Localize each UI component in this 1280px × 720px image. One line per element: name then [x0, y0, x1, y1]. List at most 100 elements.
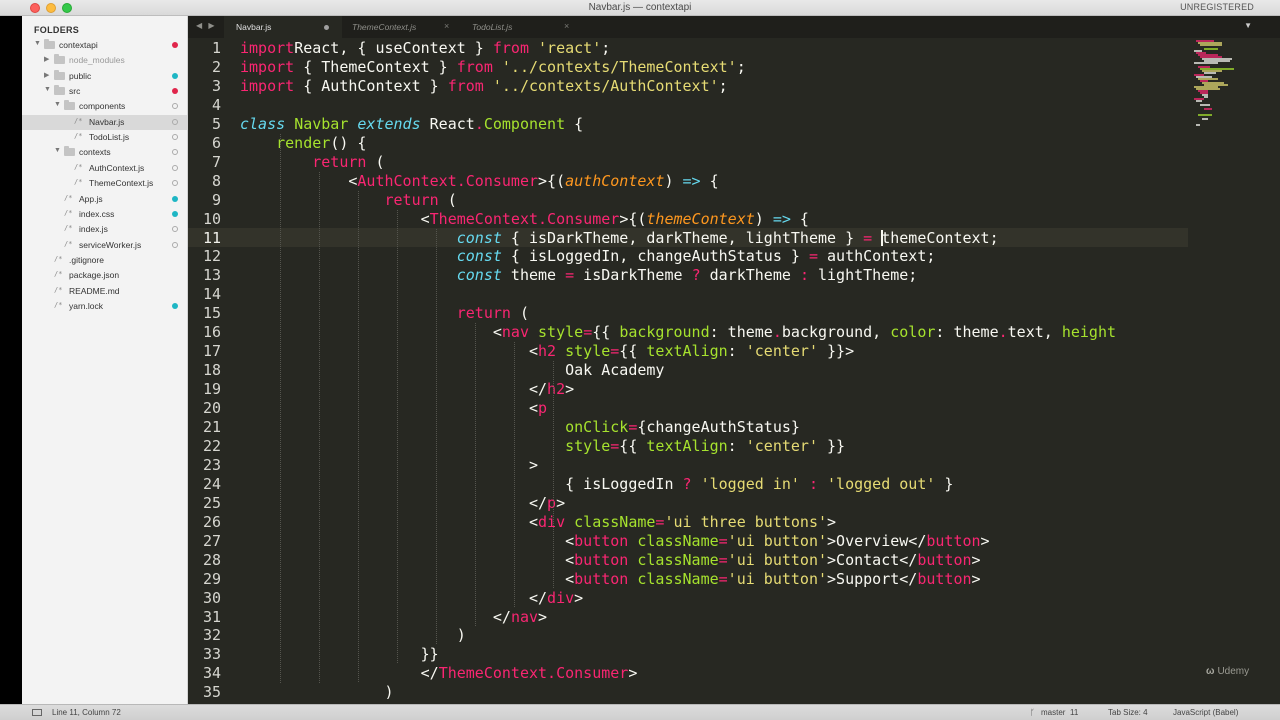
code-token: > [240, 455, 539, 474]
code-token: h2 [538, 342, 557, 361]
code-line[interactable]: <h2 style={{ textAlign: 'center' }}> [240, 342, 854, 361]
code-line[interactable]: class Navbar extends React.Component { [240, 115, 583, 134]
file-item[interactable]: /* serviceWorker.js [22, 238, 187, 253]
code-line[interactable]: return ( [240, 304, 529, 323]
tab-menu-chevron-icon[interactable]: ▼ [1244, 21, 1252, 30]
folder-item[interactable]: ▼ src [22, 84, 187, 99]
file-item[interactable]: /* TodoList.js [22, 130, 187, 145]
code-line[interactable]: <p [240, 399, 547, 418]
code-line[interactable]: return ( [240, 153, 384, 172]
code-token: = [863, 228, 873, 247]
code-token: color [890, 323, 936, 342]
minimap[interactable] [1188, 38, 1258, 138]
code-token: 'ui button' [727, 531, 828, 550]
code-line[interactable]: <nav style={{ background: theme.backgrou… [240, 323, 1116, 342]
code-line[interactable]: render() { [240, 134, 366, 153]
folder-item[interactable]: ▼ components [22, 99, 187, 114]
file-item[interactable]: /* Navbar.js [22, 114, 187, 130]
file-icon: /* [54, 254, 63, 263]
code-line[interactable]: onClick={changeAuthStatus} [240, 418, 800, 437]
line-number: 24 [202, 474, 221, 493]
folder-item[interactable]: ▶ public [22, 69, 187, 84]
folder-item[interactable]: ▶ node_modules [22, 53, 187, 68]
file-item[interactable]: /* ThemeContext.js [22, 176, 187, 191]
file-item[interactable]: /* package.json [22, 268, 187, 283]
tab-navigation-arrows[interactable]: ◀ ▶ [196, 21, 217, 30]
code-line[interactable]: return ( [240, 191, 457, 210]
tab-themecontext-js[interactable]: ThemeContext.js × [344, 16, 462, 38]
code-line[interactable]: Oak Academy [240, 361, 664, 380]
disclosure-arrow-icon[interactable]: ▼ [54, 101, 61, 108]
folder-item[interactable]: ▼ contexts [22, 145, 187, 160]
code-line[interactable]: </div> [240, 589, 583, 608]
disclosure-arrow-icon[interactable]: ▶ [44, 55, 49, 63]
file-icon: /* [64, 193, 73, 202]
tab-close-icon[interactable]: × [564, 21, 569, 31]
code-line[interactable]: style={{ textAlign: 'center' }} [240, 437, 845, 456]
tab-close-icon[interactable]: × [444, 21, 449, 31]
file-item[interactable]: /* .gitignore [22, 253, 187, 268]
code-line[interactable]: <ThemeContext.Consumer>{(themeContext) =… [240, 210, 809, 229]
line-number-gutter: 1 2 3 4 5 6 7 8 9 10 11 12 13 14 15 16 17 18 19 20 21 22 23 24 2… [188, 38, 228, 704]
code-line[interactable]: const theme = isDarkTheme ? darkTheme : … [240, 266, 918, 285]
unsaved-dot-icon[interactable] [324, 25, 329, 30]
code-line[interactable]: </ThemeContext.Consumer> [240, 664, 638, 683]
line-number: 19 [202, 380, 221, 399]
folder-item[interactable]: ▼ contextapi [22, 38, 187, 53]
code-line[interactable]: > [240, 456, 538, 475]
code-line[interactable]: const { isLoggedIn, changeAuthStatus } =… [240, 247, 936, 266]
code-line[interactable]: import { ThemeContext } from '../context… [240, 58, 746, 77]
file-item[interactable]: /* App.js [22, 192, 187, 207]
file-item[interactable]: /* README.md [22, 284, 187, 299]
file-icon: /* [64, 224, 73, 233]
code-token: { ThemeContext } [294, 57, 457, 76]
code-line[interactable]: <AuthContext.Consumer>{(authContext) => … [240, 171, 718, 191]
code-line[interactable]: import { AuthContext } from '../contexts… [240, 77, 728, 96]
code-line[interactable]: importReact, { useContext } from 'react'… [240, 39, 610, 58]
code-line[interactable]: const { isDarkTheme, darkTheme, lightThe… [240, 229, 999, 248]
file-item[interactable]: /* index.css [22, 207, 187, 222]
code-line[interactable]: </h2> [240, 380, 574, 399]
code-line[interactable]: <button className='ui button'>Contact</b… [240, 551, 980, 570]
disclosure-arrow-icon[interactable]: ▶ [44, 71, 49, 79]
disclosure-arrow-icon[interactable]: ▼ [54, 147, 61, 154]
minimap-line [1204, 48, 1218, 50]
code-line[interactable]: ) [240, 683, 393, 702]
git-branch[interactable]: master [1041, 708, 1065, 717]
code-token: ) [664, 171, 683, 190]
tab-navbar-js[interactable]: Navbar.js [224, 16, 342, 38]
git-status-dot [172, 164, 178, 171]
code-line[interactable]: }} [240, 645, 439, 664]
disclosure-arrow-icon[interactable]: ▼ [44, 86, 51, 93]
code-line[interactable]: <button className='ui button'>Support</b… [240, 570, 980, 589]
code-line[interactable]: { isLoggedIn ? 'logged in' : 'logged out… [240, 475, 953, 494]
tab-size[interactable]: Tab Size: 4 [1108, 708, 1148, 717]
sidebar: FOLDERS ▼ contextapi ▶ node_modules ▶ public ▼… [22, 16, 188, 704]
code-line[interactable]: </nav> [240, 608, 547, 627]
code-token: render [276, 133, 331, 152]
file-icon: /* [54, 300, 63, 309]
panel-toggle-icon[interactable] [32, 709, 42, 716]
cursor-position: Line 11, Column 72 [52, 708, 121, 717]
status-bar: Line 11, Column 72 ᚴ master 11 Tab Size:… [0, 704, 1280, 720]
file-item[interactable]: /* AuthContext.js [22, 161, 187, 176]
code-line[interactable]: </p> [240, 494, 565, 513]
disclosure-arrow-icon[interactable]: ▼ [34, 40, 41, 47]
code-line[interactable]: <button className='ui button'>Overview</… [240, 531, 989, 551]
syntax-mode[interactable]: JavaScript (Babel) [1173, 708, 1238, 717]
code-editor[interactable]: 1 2 3 4 5 6 7 8 9 10 11 12 13 14 15 16 17 18 19 20 21 22 23 24 2… [188, 38, 1258, 704]
code-token: >{( [619, 209, 647, 228]
code-token: > [538, 607, 548, 626]
code-line[interactable]: <div className='ui three buttons'> [240, 513, 836, 532]
editor-scrollbar[interactable] [1258, 38, 1280, 704]
tree-item-label: src [69, 86, 81, 97]
window-title: Navbar.js — contextapi [588, 2, 692, 13]
file-item[interactable]: /* yarn.lock [22, 299, 187, 314]
git-status-dot [172, 103, 178, 110]
file-item[interactable]: /* index.js [22, 222, 187, 237]
code-line[interactable]: ) [240, 626, 466, 645]
tab-todolist-js[interactable]: TodoList.js × [464, 16, 582, 38]
